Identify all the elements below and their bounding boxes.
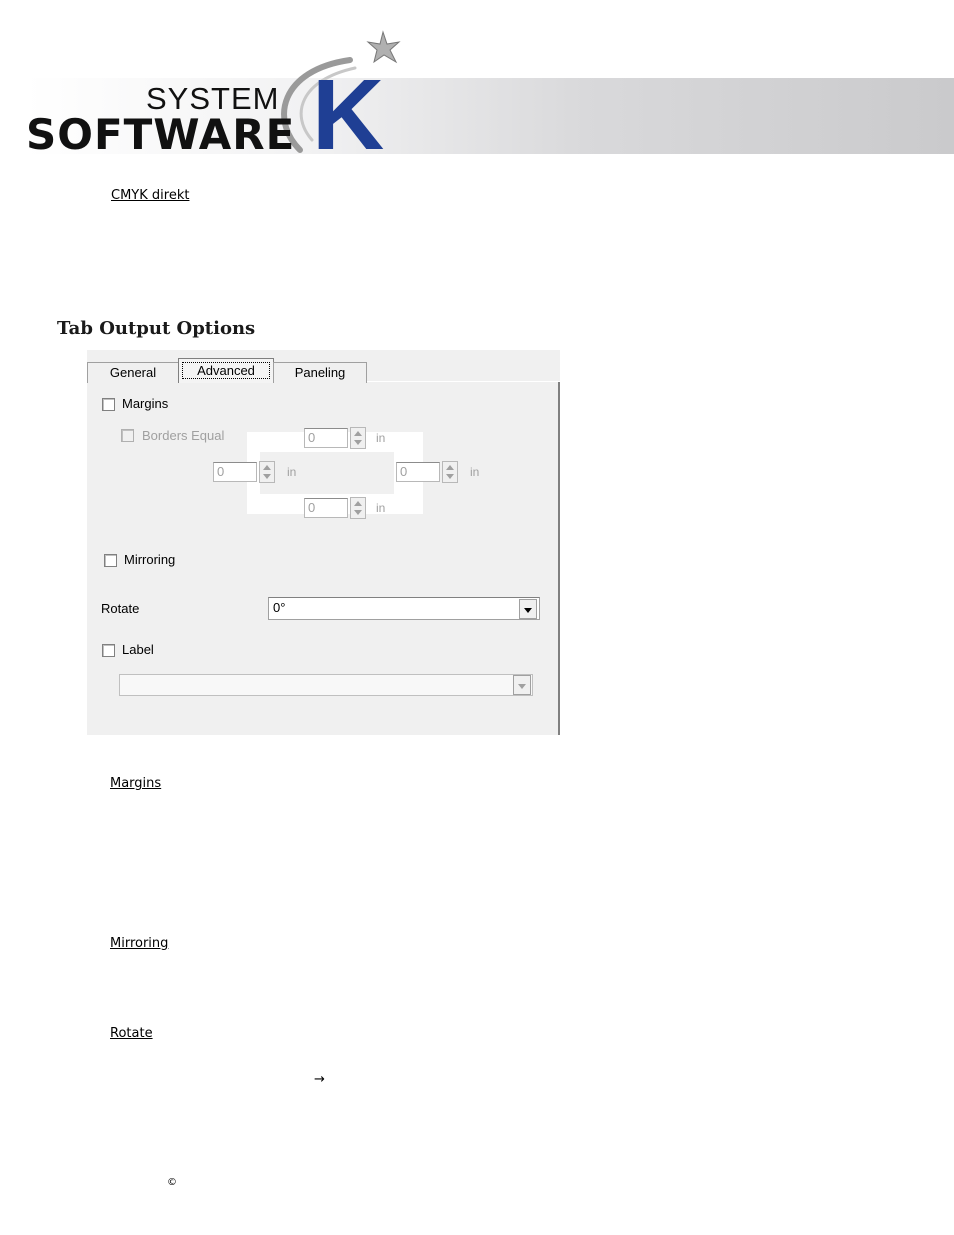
margins-checkbox[interactable] [102, 398, 115, 411]
spin-down-icon [354, 440, 362, 445]
rotate-select[interactable]: 0° [268, 597, 540, 620]
copyright-symbol: © [167, 1177, 177, 1188]
top-margin-input[interactable]: 0 [304, 428, 348, 448]
chevron-down-icon [518, 684, 526, 689]
label-select[interactable] [119, 674, 533, 696]
bottom-margin-input[interactable]: 0 [304, 498, 348, 518]
margins-label: Margins [122, 396, 169, 411]
rotate-label: Rotate [101, 601, 140, 616]
left-margin-spinner[interactable] [259, 461, 275, 483]
arrow-right-icon: → [314, 1072, 325, 1087]
label-checkbox[interactable] [102, 644, 115, 657]
tab-advanced-label: Advanced [182, 362, 270, 379]
mirroring-label: Mirroring [124, 552, 176, 567]
spin-up-icon [263, 465, 271, 470]
top-margin-spinner[interactable] [350, 427, 366, 449]
spin-down-icon [446, 474, 454, 479]
chevron-down-icon [524, 608, 532, 613]
margins-heading: Margins [110, 776, 162, 791]
tab-advanced[interactable]: Advanced [178, 358, 274, 383]
rotate-heading: Rotate [110, 1026, 153, 1041]
borders-equal-checkbox[interactable] [121, 429, 134, 442]
spin-up-icon [446, 465, 454, 470]
logo-k-letter: K [312, 59, 385, 171]
right-unit-label: in [470, 465, 480, 479]
logo-software-text: SOFTWARE [26, 110, 296, 159]
label-dropdown-button[interactable] [513, 675, 531, 695]
spin-up-icon [354, 431, 362, 436]
mirroring-heading: Mirroring [110, 936, 169, 951]
label-label: Label [122, 642, 154, 657]
tab-paneling[interactable]: Paneling [273, 362, 367, 383]
right-margin-spinner[interactable] [442, 461, 458, 483]
spin-down-icon [354, 510, 362, 515]
tab-output-options-heading: Tab Output Options [57, 318, 256, 339]
bottom-unit-label: in [376, 501, 386, 515]
top-unit-label: in [376, 431, 386, 445]
left-unit-label: in [287, 465, 297, 479]
borders-equal-label: Borders Equal [142, 428, 225, 443]
left-margin-input[interactable]: 0 [213, 462, 257, 482]
tab-general[interactable]: General [87, 362, 179, 383]
right-margin-input[interactable]: 0 [396, 462, 440, 482]
spin-down-icon [263, 474, 271, 479]
spin-up-icon [354, 501, 362, 506]
cmyk-direkt-heading: CMYK direkt [111, 188, 190, 203]
margin-preview-inner [260, 452, 394, 494]
bottom-margin-spinner[interactable] [350, 497, 366, 519]
rotate-dropdown-button[interactable] [519, 599, 537, 619]
mirroring-checkbox[interactable] [104, 554, 117, 567]
